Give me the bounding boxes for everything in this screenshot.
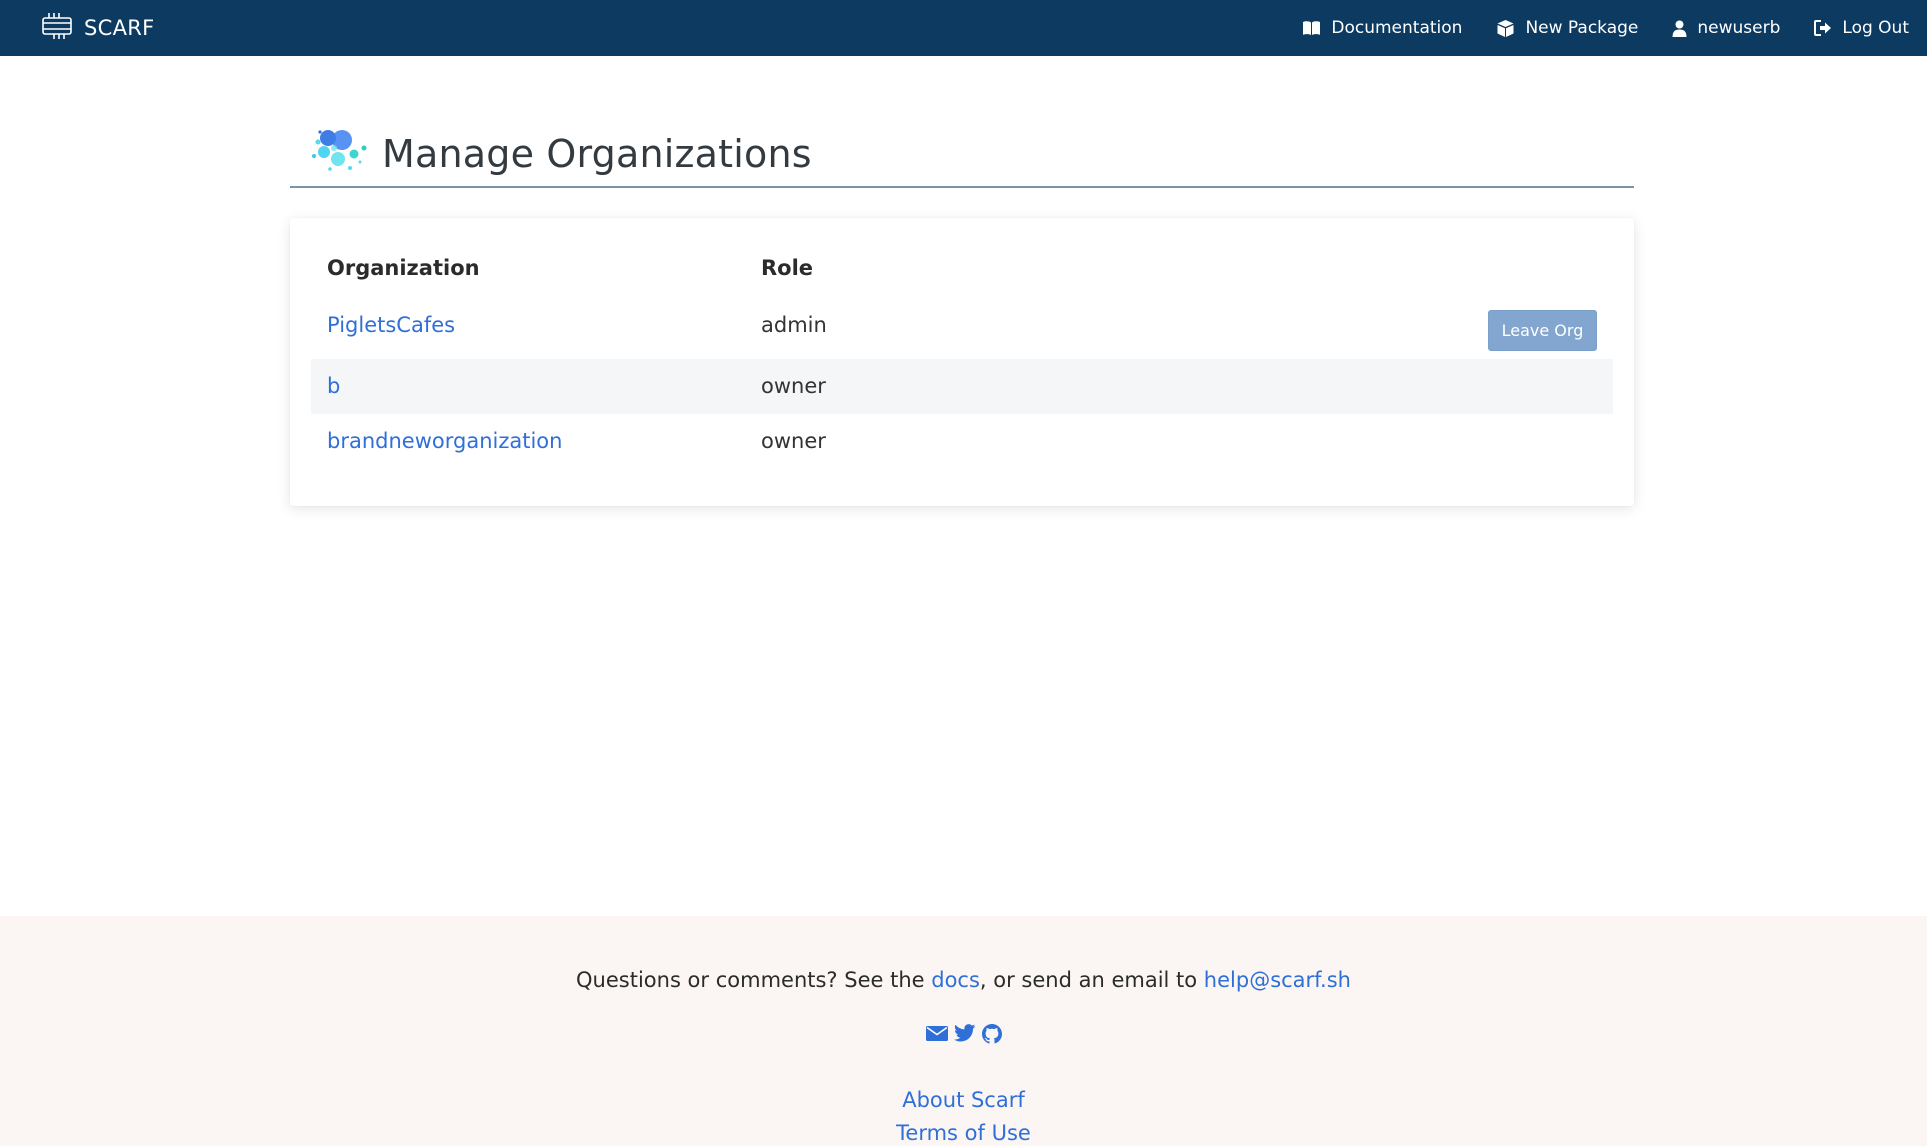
nav-logout-label: Log Out xyxy=(1842,18,1909,38)
scarf-logo-icon xyxy=(40,11,74,45)
footer-text-before-docs: Questions or comments? See the xyxy=(576,968,932,992)
org-link[interactable]: PigletsCafes xyxy=(327,313,455,337)
sign-out-icon xyxy=(1814,20,1832,36)
table-row: PigletsCafes admin Leave Org xyxy=(311,298,1613,353)
nav-logout-link[interactable]: Log Out xyxy=(1814,18,1909,38)
role-text: owner xyxy=(761,429,826,453)
envelope-icon[interactable] xyxy=(925,1024,948,1044)
column-header-organization: Organization xyxy=(327,256,480,280)
package-icon xyxy=(1496,19,1515,38)
leave-org-button[interactable]: Leave Org xyxy=(1488,310,1597,351)
footer-docs-link[interactable]: docs xyxy=(931,968,980,992)
role-text: owner xyxy=(761,374,826,398)
brand-name: SCARF xyxy=(84,16,155,40)
terms-of-use-link[interactable]: Terms of Use xyxy=(0,1121,1927,1145)
footer-text-middle: , or send an email to xyxy=(979,968,1204,992)
org-link[interactable]: b xyxy=(327,374,340,398)
nav-documentation-label: Documentation xyxy=(1331,18,1463,38)
top-navbar: SCARF Documentation New Package newuserb… xyxy=(0,0,1927,56)
table-row: b owner xyxy=(311,359,1613,414)
org-link[interactable]: brandneworganization xyxy=(327,429,562,453)
table-row: brandneworganization owner xyxy=(311,414,1613,469)
footer-email-link[interactable]: help@scarf.sh xyxy=(1204,968,1351,992)
organizations-logo-icon xyxy=(306,124,382,180)
nav-username-label: newuserb xyxy=(1697,18,1781,38)
column-header-role: Role xyxy=(761,256,814,280)
nav-new-package-link[interactable]: New Package xyxy=(1496,18,1638,38)
nav-links: Documentation New Package newuserb Log O… xyxy=(1302,0,1909,56)
brand-home-link[interactable]: SCARF xyxy=(40,12,155,44)
table-header-row: Organization Role xyxy=(311,248,1613,288)
about-scarf-link[interactable]: About Scarf xyxy=(0,1088,1927,1112)
social-links xyxy=(0,1024,1927,1044)
page-title: Manage Organizations xyxy=(382,132,812,176)
github-icon[interactable] xyxy=(981,1024,1002,1044)
page-header: Manage Organizations xyxy=(290,118,1634,188)
user-icon xyxy=(1672,20,1687,37)
organizations-card: Organization Role PigletsCafes admin Lea… xyxy=(290,218,1634,506)
role-text: admin xyxy=(761,313,827,337)
book-icon xyxy=(1302,20,1321,36)
nav-new-package-label: New Package xyxy=(1525,18,1639,38)
footer: Questions or comments? See the docs, or … xyxy=(0,916,1927,1146)
nav-user-link[interactable]: newuserb xyxy=(1672,18,1780,38)
footer-contact-text: Questions or comments? See the docs, or … xyxy=(0,968,1927,992)
twitter-icon[interactable] xyxy=(953,1024,976,1044)
nav-documentation-link[interactable]: Documentation xyxy=(1302,18,1462,38)
